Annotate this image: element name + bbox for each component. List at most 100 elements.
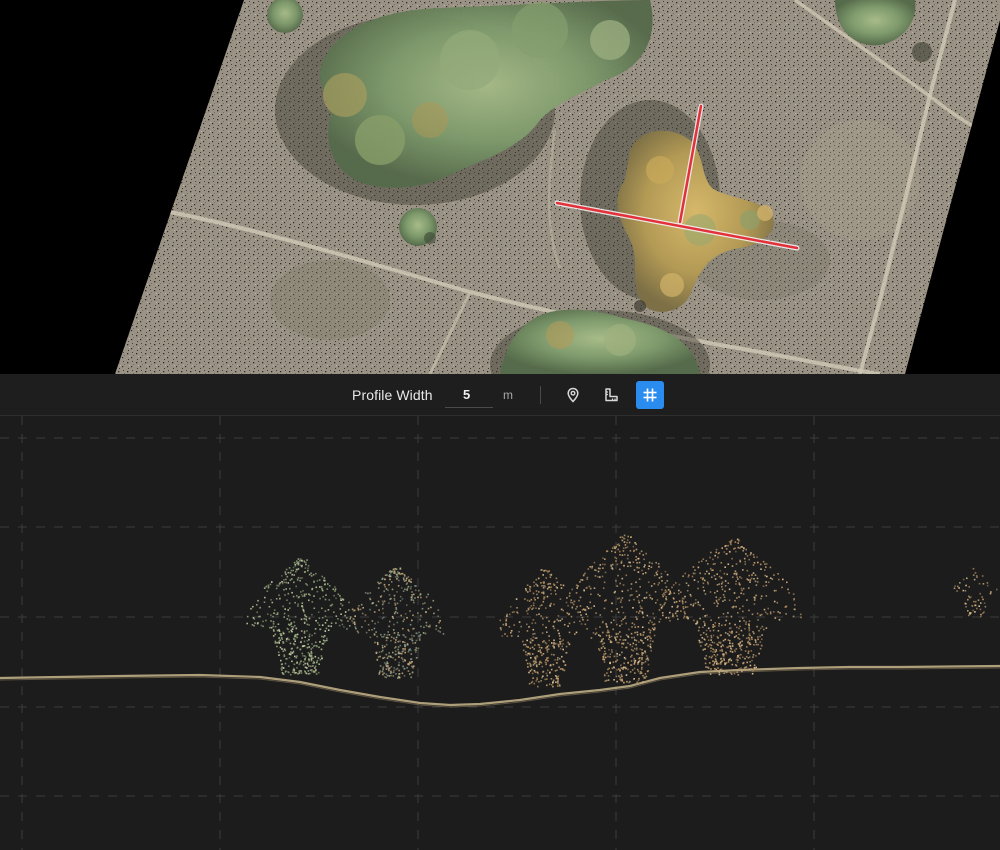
point-cloud-dot: [557, 629, 559, 632]
point-cloud-dot: [303, 640, 306, 643]
point-cloud-dot: [547, 657, 550, 659]
point-cloud-dot: [623, 564, 625, 567]
point-cloud-dot: [722, 654, 725, 657]
elevation-profile-view[interactable]: [0, 416, 1000, 850]
point-cloud-dot: [342, 599, 344, 601]
point-cloud-dot: [304, 614, 306, 616]
point-cloud-dot: [629, 594, 632, 597]
point-cloud-dot: [594, 575, 597, 577]
point-cloud-dot: [713, 660, 716, 663]
point-cloud-dot: [607, 679, 610, 681]
point-cloud-dot: [296, 662, 298, 664]
point-cloud-dot: [623, 662, 625, 665]
point-cloud-dot: [529, 588, 531, 590]
point-cloud-dot: [393, 612, 396, 615]
point-cloud-dot: [385, 676, 387, 679]
point-cloud-dot: [638, 594, 641, 596]
point-cloud-dot: [608, 634, 610, 637]
point-cloud-dot: [532, 664, 535, 666]
point-cloud-dot: [516, 607, 518, 609]
toolbar-divider: [540, 386, 541, 404]
point-cloud-dot: [704, 648, 706, 650]
point-cloud-dot: [739, 560, 742, 563]
point-cloud-dot: [420, 614, 422, 617]
point-cloud-dot: [409, 638, 411, 640]
point-cloud-dot: [534, 660, 537, 662]
point-cloud-dot: [644, 660, 647, 663]
point-cloud-dot: [308, 659, 310, 662]
point-cloud-dot: [413, 635, 415, 637]
point-cloud-dot: [989, 592, 992, 595]
point-cloud-dot: [297, 605, 299, 607]
point-cloud-dot: [643, 631, 645, 633]
point-cloud-dot: [753, 668, 756, 671]
point-cloud-dot: [972, 567, 975, 570]
point-cloud-dot: [750, 577, 753, 580]
point-cloud-dot: [413, 593, 415, 596]
point-cloud-dot: [632, 649, 635, 652]
point-cloud-dot: [704, 662, 707, 665]
point-cloud-dot: [254, 622, 256, 624]
point-cloud-dot: [291, 573, 293, 576]
point-cloud-dot: [707, 645, 710, 648]
profile-width-input[interactable]: [445, 382, 493, 408]
point-cloud-dot: [327, 609, 330, 611]
orthophoto-canvas[interactable]: [0, 0, 1000, 374]
point-cloud-dot: [316, 580, 319, 582]
point-cloud-dot: [760, 568, 762, 570]
point-cloud-dot: [583, 608, 585, 610]
point-cloud-dot: [704, 573, 706, 575]
point-cloud-dot: [321, 616, 324, 619]
profile-canvas[interactable]: [0, 416, 1000, 850]
point-cloud-dot: [658, 582, 660, 584]
point-cloud-dot: [294, 601, 296, 604]
grid-toggle-button[interactable]: [636, 381, 664, 409]
point-cloud-dot: [533, 682, 536, 685]
point-cloud-dot: [757, 561, 759, 564]
point-cloud-dot: [286, 618, 289, 620]
point-cloud-dot: [528, 626, 530, 628]
point-cloud-dot: [536, 677, 538, 679]
point-cloud-dot: [308, 665, 310, 667]
point-cloud-dot: [744, 563, 747, 565]
point-cloud-dot: [423, 626, 425, 629]
point-cloud-dot: [628, 541, 631, 544]
point-cloud-dot: [663, 594, 666, 596]
point-cloud-dot: [281, 582, 284, 585]
point-cloud-dot: [294, 634, 296, 637]
point-cloud-dot: [622, 547, 625, 549]
point-cloud-dot: [397, 632, 399, 634]
measure-button[interactable]: [597, 381, 625, 409]
point-cloud-dot: [303, 655, 306, 657]
point-cloud-dot: [982, 598, 984, 601]
point-cloud-dot: [291, 628, 294, 630]
point-cloud-dot: [584, 623, 587, 626]
point-cloud-dot: [270, 626, 273, 629]
point-cloud-dot: [779, 612, 781, 614]
point-cloud-dot: [598, 649, 601, 652]
point-cloud-dot: [965, 584, 967, 587]
point-cloud-dot: [552, 682, 554, 684]
point-cloud-dot: [396, 612, 399, 614]
point-cloud-dot: [526, 623, 528, 626]
point-cloud-dot: [525, 588, 527, 590]
point-cloud-dot: [292, 667, 295, 670]
map-view[interactable]: [0, 0, 1000, 374]
point-cloud-dot: [549, 671, 551, 674]
point-cloud-dot: [305, 561, 307, 564]
point-cloud-dot: [794, 604, 796, 606]
location-pin-button[interactable]: [559, 381, 587, 409]
point-cloud-dot: [631, 622, 634, 624]
point-cloud-dot: [578, 599, 580, 602]
point-cloud-dot: [740, 587, 743, 590]
point-cloud-dot: [406, 643, 409, 646]
point-cloud-dot: [785, 613, 787, 615]
point-cloud-dot: [402, 660, 405, 663]
point-cloud-dot: [738, 583, 741, 585]
point-cloud-dot: [546, 684, 548, 687]
point-cloud-dot: [632, 607, 634, 609]
point-cloud-dot: [757, 636, 759, 638]
point-cloud-dot: [407, 670, 410, 672]
point-cloud-dot: [709, 630, 712, 632]
point-cloud-dot: [361, 612, 364, 615]
